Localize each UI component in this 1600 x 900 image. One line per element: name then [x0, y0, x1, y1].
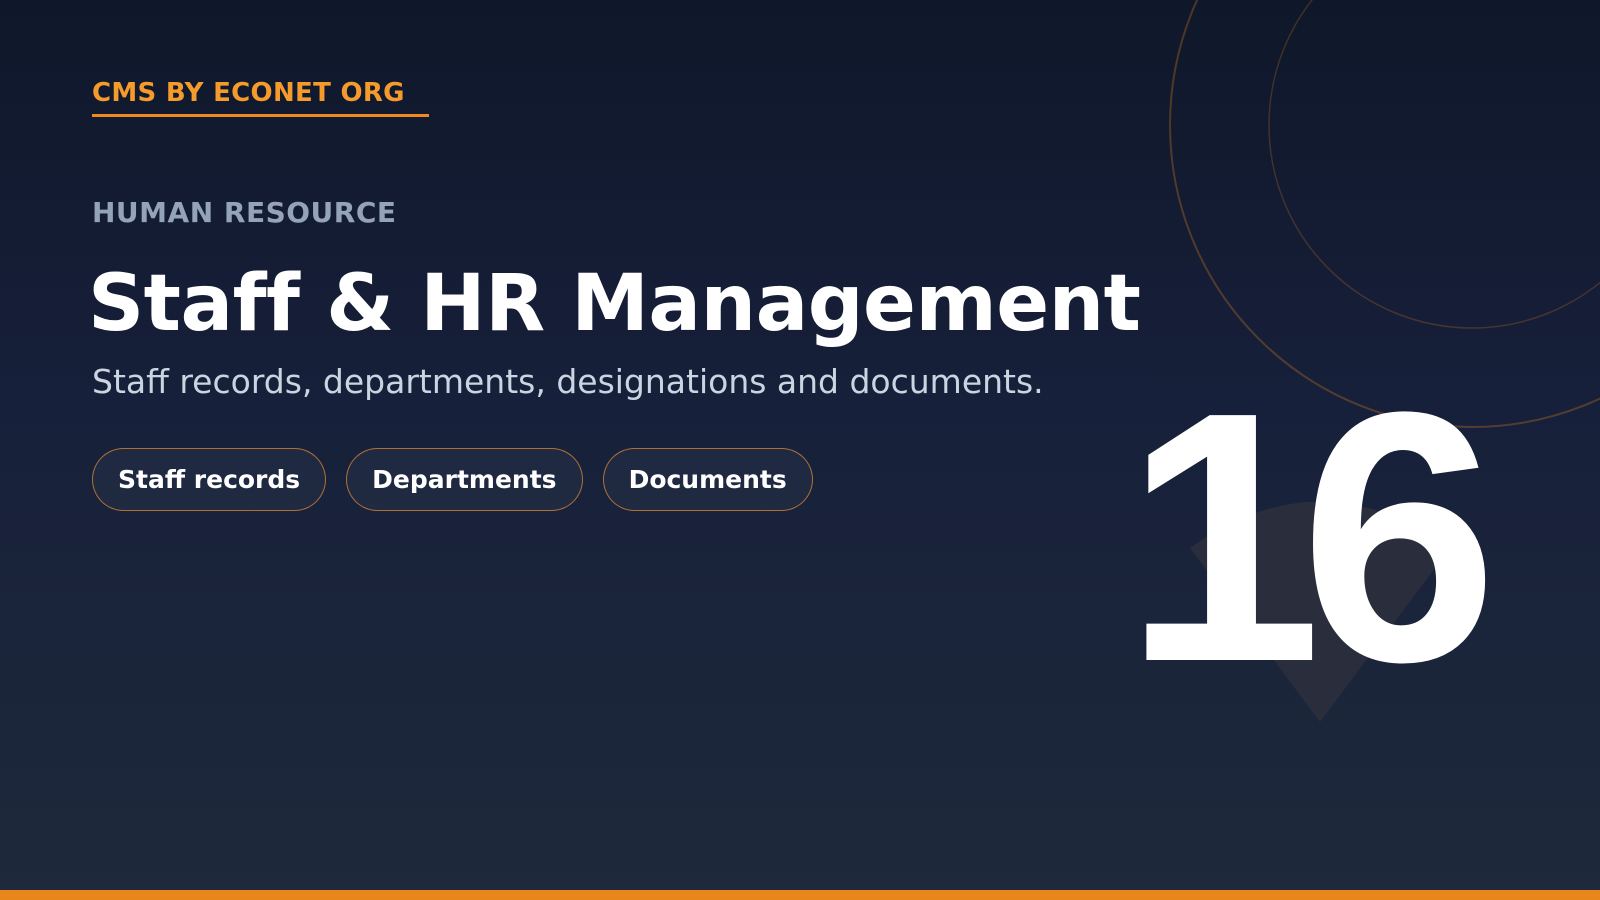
chip-departments: Departments [346, 448, 583, 511]
bottom-accent-bar [0, 890, 1600, 900]
brand-logo-text: CMS BY ECONET ORG [92, 78, 429, 117]
chip-staff-records: Staff records [92, 448, 327, 511]
page-title: Staff & HR Management [88, 259, 1141, 349]
page-subtitle: Staff records, departments, designations… [92, 362, 1044, 401]
topic-chip-group: Staff records Departments Documents [92, 448, 813, 511]
slide-number: 16 [1124, 339, 1498, 736]
section-label: HUMAN RESOURCE [92, 196, 397, 229]
decorative-ring-inner [1268, 0, 1600, 329]
chip-documents: Documents [602, 448, 813, 511]
